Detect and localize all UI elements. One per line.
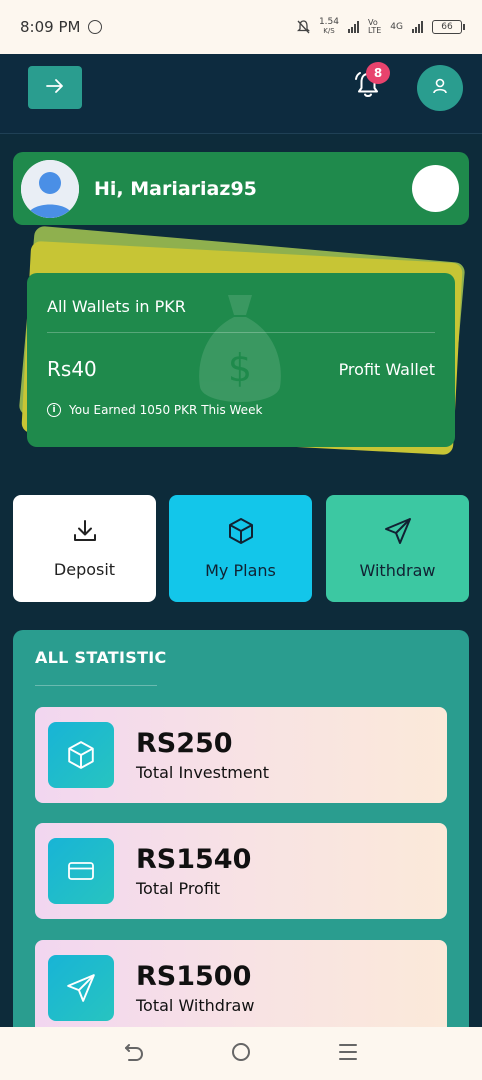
back-button[interactable] bbox=[114, 1034, 154, 1074]
profile-button[interactable] bbox=[417, 65, 463, 111]
wallet-note-text: You Earned 1050 PKR This Week bbox=[69, 403, 263, 417]
sidebar-toggle-button[interactable] bbox=[28, 66, 82, 109]
status-bar: 8:09 PM 1.54 K/S Vo LTE 4G 66 bbox=[0, 0, 482, 54]
stat-total-withdraw[interactable]: RS1500 Total Withdraw bbox=[35, 940, 447, 1036]
app-header bbox=[0, 54, 482, 134]
statistics-divider bbox=[35, 685, 157, 686]
cube-icon bbox=[48, 722, 114, 788]
stat-label: Total Withdraw bbox=[136, 996, 255, 1015]
avatar[interactable] bbox=[21, 159, 79, 218]
arrow-right-icon bbox=[46, 78, 64, 97]
cube-icon bbox=[227, 517, 255, 549]
status-icons: 1.54 K/S Vo LTE 4G 66 bbox=[296, 17, 465, 36]
user-icon bbox=[431, 77, 449, 99]
withdraw-button[interactable]: Withdraw bbox=[326, 495, 469, 602]
statistics-title: ALL STATISTIC bbox=[35, 648, 167, 667]
signal-1-icon bbox=[348, 21, 359, 33]
wallet-name: Profit Wallet bbox=[338, 359, 435, 379]
home-circle-icon bbox=[230, 1041, 252, 1067]
send-icon bbox=[48, 955, 114, 1021]
stat-total-investment[interactable]: RS250 Total Investment bbox=[35, 707, 447, 803]
whatsapp-icon bbox=[88, 20, 103, 34]
status-time: 8:09 PM bbox=[20, 18, 81, 36]
home-button[interactable] bbox=[221, 1034, 261, 1074]
my-plans-button[interactable]: My Plans bbox=[169, 495, 312, 602]
signal-2-icon bbox=[412, 21, 423, 33]
stat-total-profit[interactable]: RS1540 Total Profit bbox=[35, 823, 447, 919]
stat-value: RS1500 bbox=[136, 961, 252, 992]
system-nav-bar bbox=[0, 1027, 482, 1080]
my-plans-label: My Plans bbox=[205, 561, 276, 580]
net-speed: 1.54 K/S bbox=[318, 17, 339, 36]
menu-lines-icon bbox=[337, 1041, 359, 1067]
card-icon bbox=[48, 838, 114, 904]
greeting-card: Hi, Mariariaz95 bbox=[13, 152, 469, 225]
stat-value: RS1540 bbox=[136, 844, 252, 875]
deposit-button[interactable]: Deposit bbox=[13, 495, 156, 602]
network-type: 4G bbox=[390, 22, 403, 32]
wallet-note: i You Earned 1050 PKR This Week bbox=[47, 403, 435, 417]
mute-bell-icon bbox=[296, 20, 310, 34]
stat-label: Total Investment bbox=[136, 763, 270, 782]
theme-toggle[interactable] bbox=[412, 165, 459, 212]
stat-value: RS250 bbox=[136, 728, 233, 759]
download-icon bbox=[72, 518, 98, 548]
wallet-divider bbox=[47, 332, 435, 333]
info-icon: i bbox=[47, 403, 61, 417]
deposit-label: Deposit bbox=[53, 560, 116, 579]
wallet-row: Rs40 Profit Wallet bbox=[47, 357, 435, 381]
statistics-panel: ALL STATISTIC RS250 Total Investment RS1… bbox=[13, 630, 469, 1050]
notification-badge: 8 bbox=[366, 62, 390, 84]
stat-label: Total Profit bbox=[136, 879, 221, 898]
wallet-card: $ All Wallets in PKR Rs40 Profit Wallet … bbox=[27, 273, 455, 447]
wallet-amount: Rs40 bbox=[47, 357, 97, 381]
wallet-title: All Wallets in PKR bbox=[47, 297, 186, 316]
withdraw-label: Withdraw bbox=[359, 561, 436, 580]
battery-icon: 66 bbox=[432, 20, 465, 34]
greeting-text: Hi, Mariariaz95 bbox=[94, 177, 257, 200]
send-icon bbox=[384, 517, 412, 549]
back-icon bbox=[123, 1041, 145, 1067]
recents-button[interactable] bbox=[328, 1034, 368, 1074]
volte-icon: Vo LTE bbox=[368, 18, 382, 35]
